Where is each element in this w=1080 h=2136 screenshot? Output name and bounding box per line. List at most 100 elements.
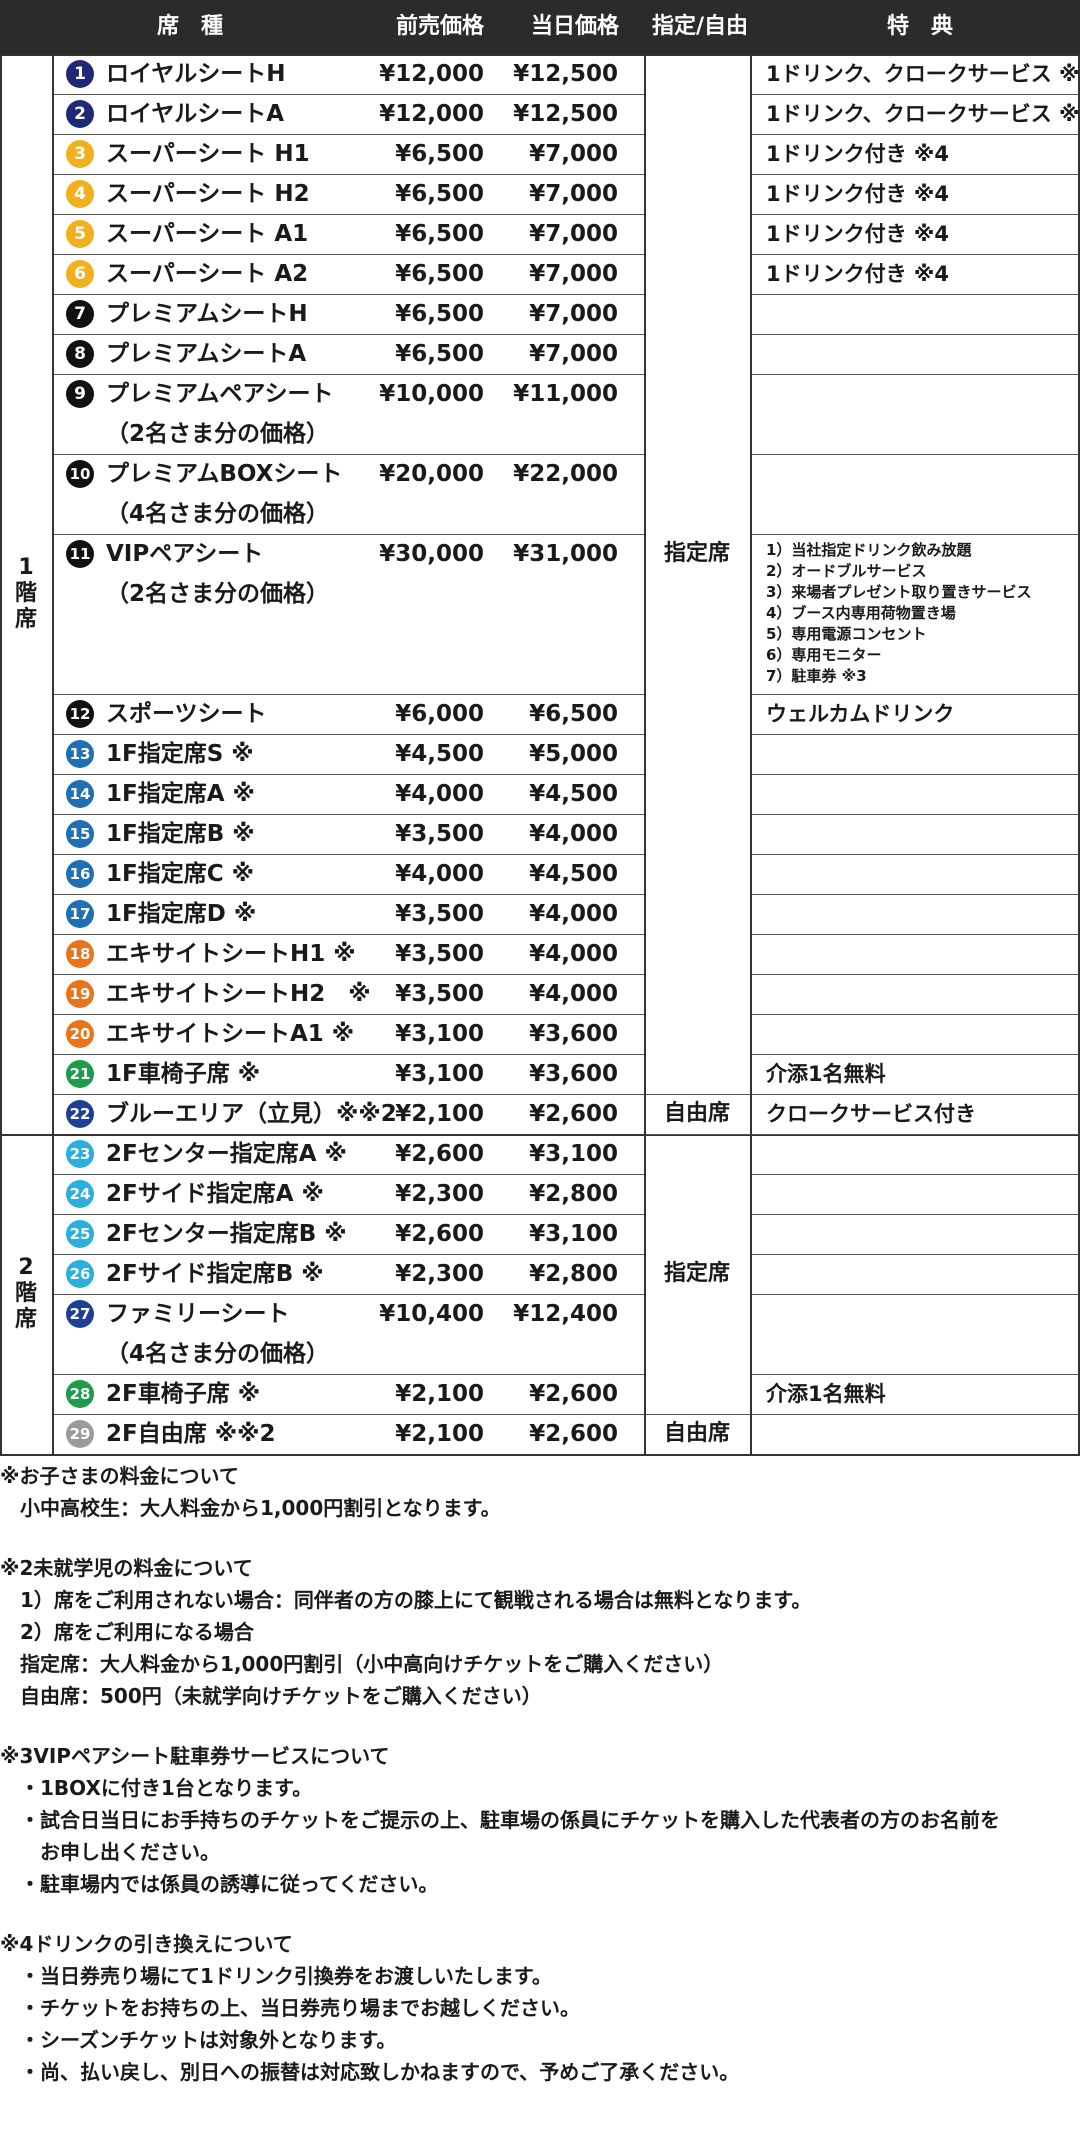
row-divider (52, 894, 644, 895)
seat-name: 2F自由席 ※※2 (106, 1421, 276, 1447)
benefit-divider (750, 1254, 1078, 1255)
benefit-divider (750, 1414, 1078, 1415)
seat-name: 1F指定席A ※ (106, 781, 255, 807)
dayof-price: ¥7,000 (529, 301, 618, 327)
header-dayof-price: 当日価格 (530, 14, 619, 39)
dayof-price: ¥3,600 (529, 1061, 618, 1087)
dayof-price: ¥7,000 (529, 141, 618, 167)
seat-number-badge: 1 (66, 60, 94, 88)
benefit-divider (750, 1374, 1078, 1375)
note-line: 自由席：500円（未就学向けチケットをご購入ください） (0, 1684, 542, 1708)
note-line: ※3VIPペアシート駐車券サービスについて (0, 1744, 390, 1768)
row-divider (52, 294, 644, 295)
seat-number-badge: 20 (66, 1020, 94, 1048)
table-header: 席 種 前売価格 当日価格 指定/自由 特 典 (0, 0, 1080, 54)
seat-number-badge: 10 (66, 460, 94, 488)
dayof-price: ¥5,000 (529, 741, 618, 767)
benefit-text: 1ドリンク付き ※4 (766, 142, 949, 166)
benefit-divider (750, 1214, 1078, 1215)
row-divider (52, 94, 644, 95)
dayof-price: ¥2,600 (529, 1421, 618, 1447)
seat-number-badge: 22 (66, 1100, 94, 1128)
benefit-divider (750, 254, 1078, 255)
row-divider (52, 1414, 644, 1415)
benefit-divider (750, 1014, 1078, 1015)
seat-number-badge: 23 (66, 1140, 94, 1168)
vip-benefit-item: 6）専用モニター (766, 646, 882, 664)
row-divider (52, 814, 644, 815)
note-line: ※4ドリンクの引き換えについて (0, 1932, 293, 1956)
dayof-price: ¥4,500 (529, 781, 618, 807)
column-divider (52, 54, 54, 1454)
benefit-divider (750, 974, 1078, 975)
advance-price: ¥4,500 (395, 741, 484, 767)
benefit-text: 1ドリンク、クロークサービス ※4 (766, 102, 1080, 126)
seat-number-badge: 25 (66, 1220, 94, 1248)
benefit-divider (750, 1134, 1078, 1135)
seat-number-badge: 8 (66, 340, 94, 368)
note-line: ※お子さまの料金について (0, 1464, 239, 1488)
note-line: ・チケットをお持ちの上、当日券売り場までお越しください。 (0, 1996, 580, 2020)
row-divider (52, 1294, 644, 1295)
seat-name: 1F指定席D ※ (106, 901, 257, 927)
row-divider (52, 334, 644, 335)
dayof-price: ¥7,000 (529, 181, 618, 207)
seat-name: スーパーシート A2 (106, 261, 309, 287)
row-divider (52, 454, 644, 455)
advance-price: ¥3,500 (395, 821, 484, 847)
row-divider (52, 534, 644, 535)
advance-price: ¥20,000 (379, 461, 484, 487)
benefit-divider (750, 374, 1078, 375)
seat-number-badge: 6 (66, 260, 94, 288)
seat-number-badge: 18 (66, 940, 94, 968)
seat-name: プレミアムシートA (106, 341, 307, 367)
advance-price: ¥6,500 (395, 221, 484, 247)
dayof-price: ¥2,600 (529, 1381, 618, 1407)
category-label: 指定席 (663, 541, 730, 566)
note-line: ※2未就学児の料金について (0, 1556, 253, 1580)
advance-price: ¥10,000 (379, 381, 484, 407)
advance-price: ¥3,500 (395, 981, 484, 1007)
advance-price: ¥4,000 (395, 861, 484, 887)
note-line: ・試合日当日にお手持ちのチケットをご提示の上、駐車場の係員にチケットを購入した代… (0, 1808, 1000, 1832)
advance-price: ¥6,500 (395, 301, 484, 327)
benefit-divider (750, 174, 1078, 175)
header-benefit: 特 典 (886, 14, 953, 39)
benefit-divider (750, 934, 1078, 935)
dayof-price: ¥12,400 (513, 1301, 618, 1327)
vip-benefit-item: 1）当社指定ドリンク飲み放題 (766, 541, 972, 559)
row-divider (52, 1094, 644, 1095)
seat-name: ロイヤルシートA (106, 101, 285, 127)
dayof-price: ¥3,600 (529, 1021, 618, 1047)
advance-price: ¥30,000 (379, 541, 484, 567)
seat-name: 1F指定席C ※ (106, 861, 254, 887)
note-line: ・当日券売り場にて1ドリンク引換券をお渡しいたします。 (0, 1964, 552, 1988)
dayof-price: ¥2,800 (529, 1261, 618, 1287)
seat-number-badge: 5 (66, 220, 94, 248)
dayof-price: ¥31,000 (513, 541, 618, 567)
note-line: ・シーズンチケットは対象外となります。 (0, 2028, 397, 2052)
row-divider (52, 134, 644, 135)
table-top (0, 54, 1080, 56)
benefit-divider (750, 854, 1078, 855)
row-divider (52, 1254, 644, 1255)
benefit-divider (750, 1294, 1078, 1295)
benefit-text: 介添1名無料 (766, 1062, 886, 1086)
seat-name: プレミアムシートH (106, 301, 308, 327)
seat-number-badge: 2 (66, 100, 94, 128)
benefit-divider (750, 814, 1078, 815)
advance-price: ¥2,600 (395, 1221, 484, 1247)
note-line: ・尚、払い戻し、別日への振替は対応致しかねますので、予めご了承ください。 (0, 2060, 740, 2084)
category-label: 自由席 (663, 1421, 730, 1446)
benefit-divider (750, 1174, 1078, 1175)
row-divider (52, 214, 644, 215)
benefit-text: 1ドリンク、クロークサービス ※4 (766, 62, 1080, 86)
benefit-divider (750, 294, 1078, 295)
note-line: お申し出ください。 (0, 1840, 220, 1864)
table-bottom (0, 1454, 1080, 1456)
benefit-text: ウェルカムドリンク (766, 702, 955, 726)
seat-name: 1F指定席S ※ (106, 741, 254, 767)
advance-price: ¥12,000 (379, 101, 484, 127)
seat-name: スーパーシート A1 (106, 221, 309, 247)
note-line: ・1BOXに付き1台となります。 (0, 1776, 313, 1800)
